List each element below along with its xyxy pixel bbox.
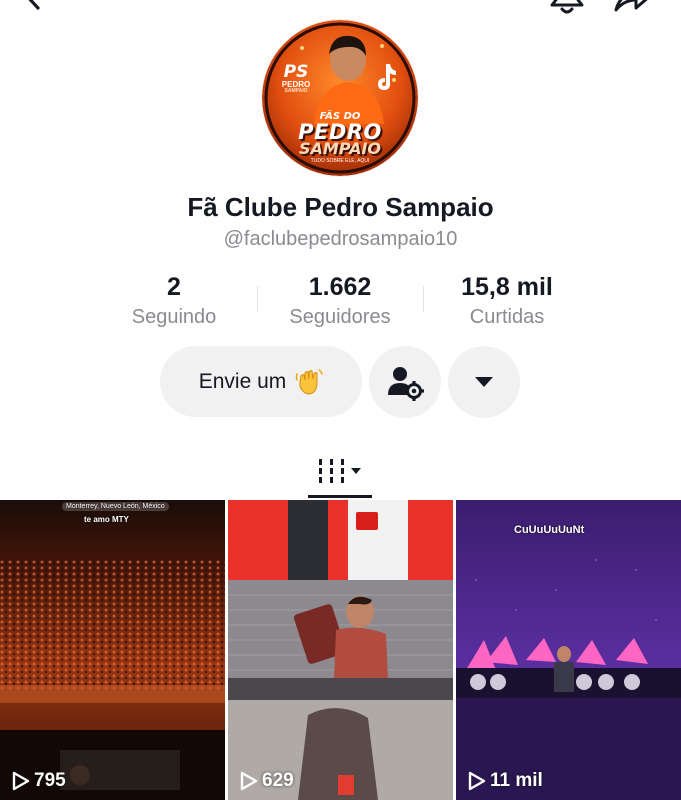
video-caption: CuUuUuUuNt [514, 524, 585, 536]
send-message-button[interactable]: Envie um [160, 346, 362, 417]
chevron-left-icon[interactable] [14, 0, 48, 12]
video-grid: Monterrey, Nuevo León, México te amo MTY… [0, 500, 681, 800]
stat-following[interactable]: 2 Seguindo [94, 272, 254, 331]
video-caption: te amo MTY [84, 515, 129, 524]
user-settings-icon [388, 367, 424, 401]
caret-down-icon [475, 377, 493, 387]
avatar-logo-sub2: SAMPAIO [284, 88, 308, 94]
view-count: 11 mil [466, 770, 543, 792]
send-message-label: Envie um [198, 369, 287, 393]
waving-hand-icon [296, 368, 324, 395]
top-bar [0, 0, 681, 18]
following-count: 2 [167, 273, 181, 301]
user-settings-button[interactable] [369, 346, 441, 418]
avatar-title: FÃS DO PEDRO SAMPAIO TUDO SOBRE ELE, AQU… [262, 112, 418, 164]
play-icon [12, 771, 30, 791]
more-options-button[interactable] [448, 346, 520, 418]
play-icon [240, 771, 258, 791]
avatar[interactable]: PS PEDRO SAMPAIO FÃS DO PEDRO SAMPAIO TU… [262, 20, 418, 176]
view-count-value: 795 [34, 770, 66, 791]
likes-count: 15,8 mil [461, 273, 553, 301]
location-tag: Monterrey, Nuevo León, México [62, 502, 169, 511]
followers-label: Seguidores [289, 306, 391, 328]
video-tile[interactable]: Monterrey, Nuevo León, México te amo MTY… [0, 500, 225, 800]
stats-divider [423, 286, 424, 312]
stat-followers[interactable]: 1.662 Seguidores [260, 272, 420, 331]
view-count: 629 [238, 770, 294, 792]
likes-label: Curtidas [469, 306, 545, 328]
view-count: 795 [10, 770, 66, 792]
stat-likes[interactable]: 15,8 mil Curtidas [427, 272, 587, 331]
video-tile[interactable]: 629 [228, 500, 453, 800]
followers-count: 1.662 [308, 273, 372, 301]
tab-videos[interactable] [308, 448, 372, 496]
username: @faclubepedrosampaio10 [223, 228, 458, 250]
video-tile[interactable]: CuUuUuUuNt 11 mil [456, 500, 681, 800]
bell-icon[interactable] [548, 0, 586, 16]
avatar-line3: SAMPAIO [298, 139, 382, 158]
content-tabs [0, 448, 681, 500]
active-tab-indicator [308, 495, 372, 498]
grid-bars-icon [319, 459, 361, 483]
video-thumbnail [228, 500, 453, 800]
play-icon [468, 771, 486, 791]
profile-actions: Envie um [0, 346, 681, 418]
view-count-value: 629 [262, 770, 294, 791]
stats-divider [257, 286, 258, 312]
view-count-value: 11 mil [490, 770, 543, 791]
profile-name: Fã Clube Pedro Sampaio [187, 192, 494, 222]
share-arrow-icon[interactable] [610, 0, 654, 16]
following-label: Seguindo [131, 306, 217, 328]
avatar-logo-text: PS [283, 62, 309, 82]
avatar-tagline: TUDO SOBRE ELE, AQUI [310, 158, 370, 164]
profile-stats: 2 Seguindo 1.662 Seguidores 15,8 mil Cur… [0, 272, 681, 332]
video-thumbnail [0, 500, 225, 800]
video-thumbnail [456, 500, 681, 800]
avatar-logo: PS PEDRO SAMPAIO [276, 64, 316, 94]
profile-screen: PS PEDRO SAMPAIO FÃS DO PEDRO SAMPAIO TU… [0, 0, 681, 800]
